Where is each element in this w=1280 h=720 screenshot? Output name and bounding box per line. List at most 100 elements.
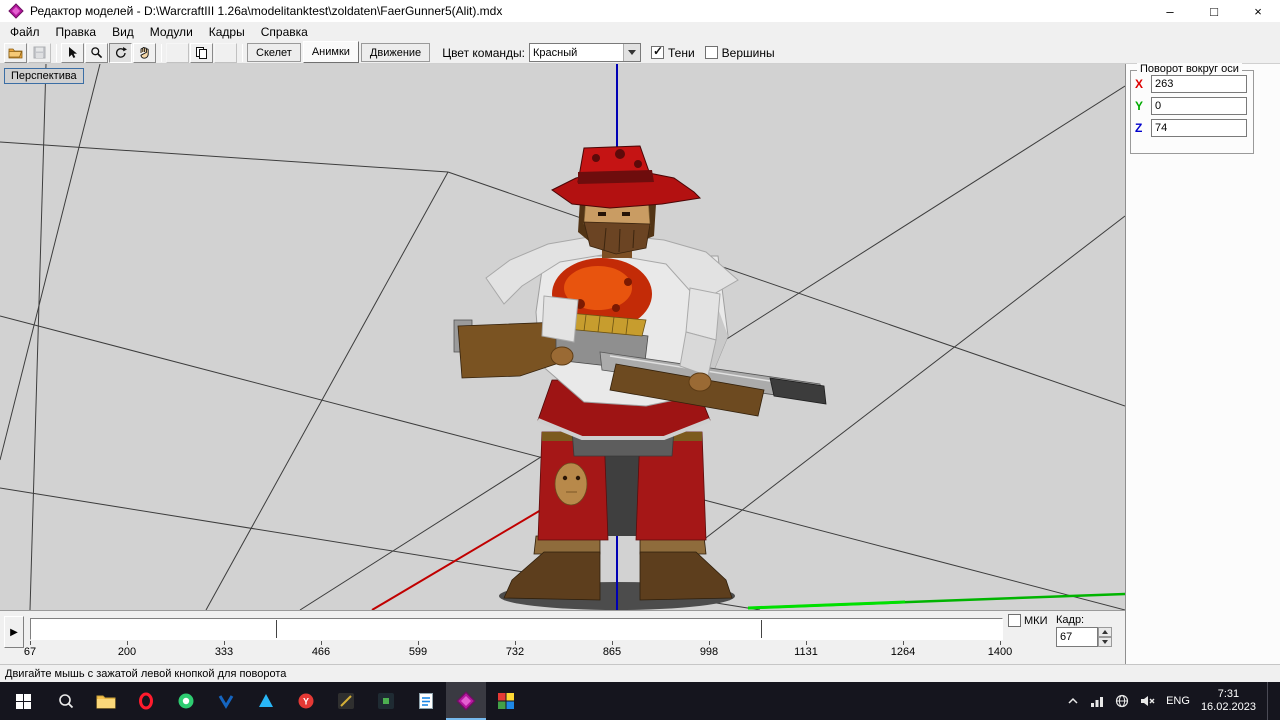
z-axis-label: Z <box>1135 121 1143 135</box>
rotation-panel: Поворот вокруг оси X Y Z <box>1125 63 1280 664</box>
vertices-label: Вершины <box>721 45 775 60</box>
y-axis-label: Y <box>1135 99 1144 113</box>
tick-label: 599 <box>408 646 428 658</box>
dark-app-button-1[interactable] <box>326 682 366 720</box>
tick-label: 1400 <box>987 646 1013 658</box>
chevron-down-icon[interactable] <box>622 44 640 61</box>
timeline: ▶ 67 200 333 466 599 732 865 998 1131 12… <box>0 610 1125 664</box>
network-icon[interactable] <box>1090 695 1104 707</box>
green-browser-button[interactable] <box>166 682 206 720</box>
mki-checkbox[interactable] <box>1008 614 1021 627</box>
menu-edit[interactable]: Правка <box>48 23 105 41</box>
tick-mark <box>30 641 31 645</box>
tick-mark <box>515 641 516 645</box>
viewport-3d[interactable]: Перспектива <box>0 64 1125 610</box>
hidden-icons-chevron-icon[interactable] <box>1067 696 1079 706</box>
svg-text:Y: Y <box>303 697 309 707</box>
frame-input[interactable] <box>1056 627 1098 647</box>
frame-label: Кадр: <box>1056 614 1085 626</box>
mki-label: МКИ <box>1024 614 1048 627</box>
select-arrow-icon <box>69 47 77 58</box>
file-explorer-button[interactable] <box>86 682 126 720</box>
tick-label: 333 <box>214 646 234 658</box>
tick-label: 1264 <box>890 646 916 658</box>
red-y-app-button[interactable]: Y <box>286 682 326 720</box>
toolbar-separator <box>242 43 243 62</box>
spinner-down-icon[interactable] <box>1098 637 1112 647</box>
save-icon <box>33 46 46 59</box>
green-circle-icon <box>178 693 194 709</box>
open-button[interactable] <box>4 42 27 63</box>
disabled-button-2[interactable] <box>214 42 237 63</box>
tick-mark <box>321 641 322 645</box>
blue-v-app-button[interactable] <box>206 682 246 720</box>
shadows-checkbox[interactable] <box>650 44 664 59</box>
x-axis-label: X <box>1135 77 1144 91</box>
tick-label: 200 <box>117 646 137 658</box>
image-tool-app-button[interactable] <box>486 682 526 720</box>
dark-app-button-2[interactable] <box>366 682 406 720</box>
spinner-up-icon[interactable] <box>1098 627 1112 637</box>
clock[interactable]: 7:31 16.02.2023 <box>1201 688 1256 714</box>
z-rotation-input[interactable] <box>1151 119 1247 137</box>
vertices-checkbox[interactable] <box>704 46 718 59</box>
model-editor-icon <box>8 3 24 19</box>
tick-mark <box>709 641 710 645</box>
menu-frames[interactable]: Кадры <box>201 23 253 41</box>
windows-logo-icon <box>15 693 31 709</box>
globe-icon[interactable] <box>1115 694 1129 708</box>
y-rotation-input[interactable] <box>1151 97 1247 115</box>
close-icon[interactable]: × <box>1236 0 1280 22</box>
zoom-tool-button[interactable] <box>85 42 108 63</box>
save-button[interactable] <box>28 42 51 63</box>
team-color-label: Цвет команды: <box>442 45 525 60</box>
frame-spinner <box>1098 627 1112 647</box>
menu-file[interactable]: Файл <box>2 23 48 41</box>
document-app-button[interactable] <box>406 682 446 720</box>
disabled-button-1[interactable] <box>166 42 189 63</box>
maximize-icon[interactable]: □ <box>1192 0 1236 22</box>
rotation-title: Поворот вокруг оси <box>1137 63 1242 75</box>
tab-animations[interactable]: Анимки <box>302 40 359 63</box>
tick-mark <box>418 641 419 645</box>
copy-icon <box>196 47 207 59</box>
rotate-tool-button[interactable] <box>109 42 132 63</box>
red-o-icon <box>139 692 153 710</box>
menu-modules[interactable]: Модули <box>142 23 201 41</box>
tab-skeleton[interactable]: Скелет <box>247 43 301 62</box>
minimize-icon[interactable]: – <box>1148 0 1192 22</box>
viewport-label: Перспектива <box>4 68 84 84</box>
color-grid-icon <box>498 693 514 709</box>
menu-help[interactable]: Справка <box>253 23 316 41</box>
pan-tool-button[interactable] <box>133 42 156 63</box>
menu-bar: Файл Правка Вид Модули Кадры Справка <box>0 22 1280 42</box>
volume-muted-icon[interactable] <box>1140 695 1155 707</box>
team-color-select[interactable]: Красный <box>528 43 641 62</box>
show-desktop-button[interactable] <box>1267 682 1272 720</box>
character-model[interactable] <box>0 64 1125 610</box>
pan-hand-icon <box>140 46 149 59</box>
opera-app-button[interactable] <box>126 682 166 720</box>
shadows-label: Тени <box>667 45 695 60</box>
tick-label: 998 <box>699 646 719 658</box>
title-bar: Редактор моделей - D:\WarcraftIII 1.26a\… <box>0 0 1280 22</box>
sequence-divider <box>276 620 277 638</box>
timeline-track[interactable] <box>30 618 1003 640</box>
tray-date: 16.02.2023 <box>1200 701 1256 713</box>
toolbar: Скелет Анимки Движение Цвет команды: Кра… <box>0 40 1280 64</box>
start-button[interactable] <box>0 682 46 720</box>
copy-button[interactable] <box>190 42 213 63</box>
model-editor-taskbar-button[interactable] <box>446 682 486 720</box>
x-rotation-input[interactable] <box>1151 75 1247 93</box>
rotation-groupbox: Поворот вокруг оси X Y Z <box>1130 63 1254 154</box>
play-button[interactable]: ▶ <box>4 616 24 648</box>
tab-movement[interactable]: Движение <box>360 43 431 62</box>
blue-v-icon <box>218 695 234 709</box>
select-tool-button[interactable] <box>61 42 84 63</box>
language-indicator[interactable]: ENG <box>1166 695 1190 707</box>
tick-label: 67 <box>23 646 37 658</box>
menu-view[interactable]: Вид <box>104 23 142 41</box>
status-bar: Двигайте мышь с зажатой левой кнопкой дл… <box>0 664 1280 682</box>
blue-triangle-app-button[interactable] <box>246 682 286 720</box>
taskbar-search-button[interactable] <box>46 682 86 720</box>
